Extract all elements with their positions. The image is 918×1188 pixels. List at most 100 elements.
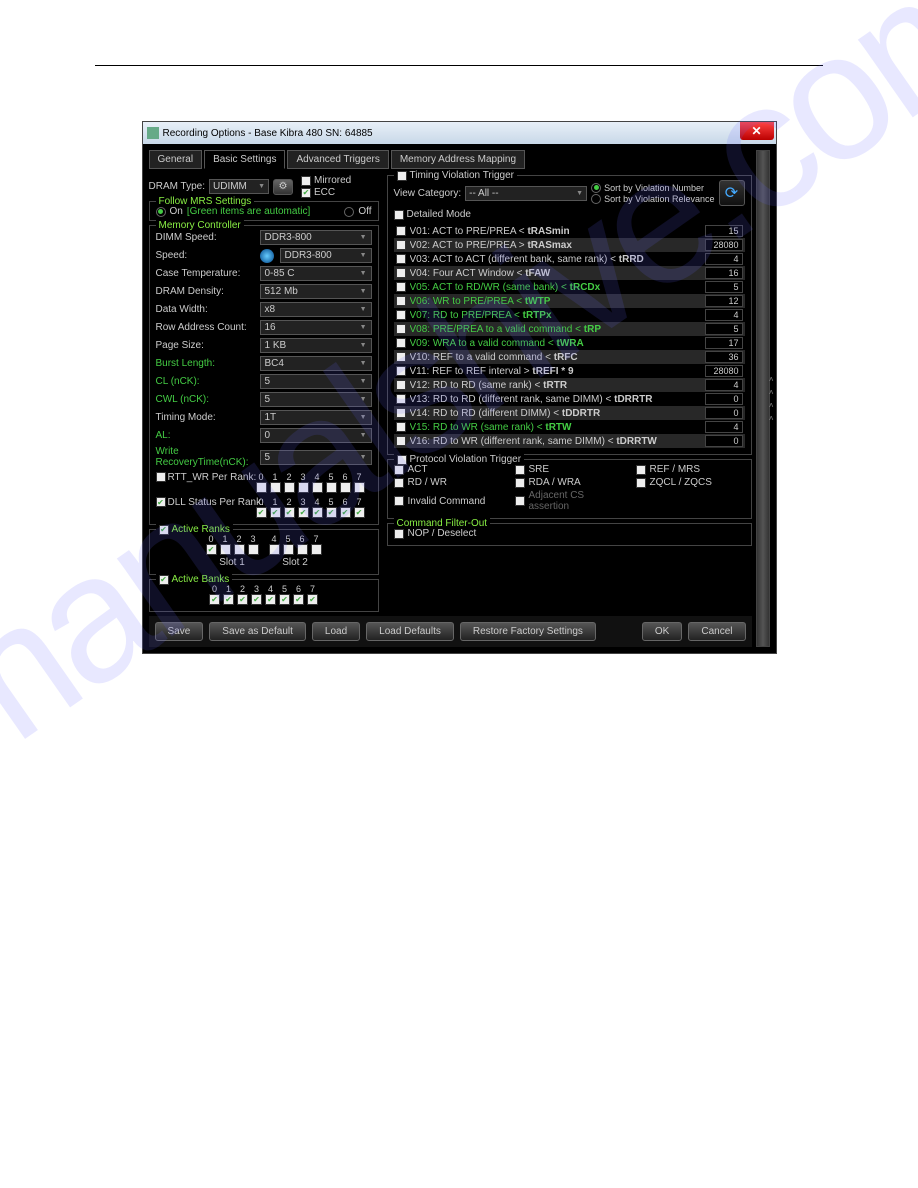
violation-value[interactable]: 4 [705, 379, 743, 391]
violation-checkbox[interactable] [396, 408, 406, 418]
mrs-off-radio[interactable] [344, 207, 354, 217]
violation-checkbox[interactable] [396, 394, 406, 404]
violation-value[interactable]: 5 [705, 281, 743, 293]
violation-checkbox[interactable] [396, 296, 406, 306]
bit-checkbox[interactable] [293, 594, 304, 605]
window-scrollbar[interactable]: ˄˄˄˄ [756, 150, 770, 647]
bit-checkbox[interactable] [270, 482, 281, 493]
violation-value[interactable]: 28080 [705, 365, 743, 377]
violation-checkbox[interactable] [396, 324, 406, 334]
save-as-default-button[interactable]: Save as Default [209, 622, 306, 641]
violation-value[interactable]: 16 [705, 267, 743, 279]
violation-value[interactable]: 4 [705, 421, 743, 433]
pvt-checkbox[interactable] [636, 478, 646, 488]
violation-checkbox[interactable] [396, 380, 406, 390]
bit-checkbox[interactable] [298, 482, 309, 493]
sort-by-relevance-radio[interactable] [591, 194, 601, 204]
bit-checkbox[interactable] [220, 544, 231, 555]
bit-checkbox[interactable] [234, 544, 245, 555]
violation-checkbox[interactable] [396, 226, 406, 236]
bit-checkbox[interactable] [283, 544, 294, 555]
active-banks-checkbox[interactable] [159, 575, 169, 585]
mc-select[interactable]: 16 [260, 320, 372, 335]
dll-status-checkbox[interactable] [156, 497, 166, 507]
violation-value[interactable]: 0 [705, 407, 743, 419]
violation-checkbox[interactable] [396, 254, 406, 264]
bit-checkbox[interactable] [326, 507, 337, 518]
bit-checkbox[interactable] [248, 544, 259, 555]
pvt-checkbox[interactable] [515, 465, 525, 475]
bit-checkbox[interactable] [237, 594, 248, 605]
mc-select[interactable]: 512 Mb [260, 284, 372, 299]
pvt-checkbox[interactable] [394, 478, 404, 488]
violation-checkbox[interactable] [396, 338, 406, 348]
violation-checkbox[interactable] [396, 310, 406, 320]
mc-select[interactable]: 0-85 C [260, 266, 372, 281]
mc-select[interactable]: 5 [260, 450, 372, 465]
bit-checkbox[interactable] [206, 544, 217, 555]
bit-checkbox[interactable] [340, 482, 351, 493]
violation-checkbox[interactable] [396, 282, 406, 292]
mc-select[interactable]: 1T [260, 410, 372, 425]
bit-checkbox[interactable] [354, 507, 365, 518]
bit-checkbox[interactable] [270, 507, 281, 518]
pvt-checkbox[interactable] [394, 496, 404, 506]
mc-select[interactable]: 1 KB [260, 338, 372, 353]
bit-checkbox[interactable] [307, 594, 318, 605]
restore-factory-button[interactable]: Restore Factory Settings [460, 622, 596, 641]
bit-checkbox[interactable] [256, 482, 267, 493]
mrs-on-radio[interactable] [156, 207, 166, 217]
bit-checkbox[interactable] [284, 507, 295, 518]
violation-checkbox[interactable] [396, 240, 406, 250]
violation-value[interactable]: 5 [705, 323, 743, 335]
sort-by-number-radio[interactable] [591, 183, 601, 193]
rtt-wr-checkbox[interactable] [156, 472, 166, 482]
close-button[interactable]: ✕ [740, 122, 774, 140]
violation-checkbox[interactable] [396, 366, 406, 376]
violation-list[interactable]: V01: ACT to PRE/PREA < tRASmin15V02: ACT… [394, 224, 745, 448]
bit-checkbox[interactable] [284, 482, 295, 493]
violation-value[interactable]: 0 [705, 435, 743, 447]
violation-value[interactable]: 0 [705, 393, 743, 405]
violation-value[interactable]: 12 [705, 295, 743, 307]
bit-checkbox[interactable] [223, 594, 234, 605]
bit-checkbox[interactable] [354, 482, 365, 493]
nop-deselect-checkbox[interactable] [394, 529, 404, 539]
pvt-checkbox[interactable] [636, 465, 646, 475]
bit-checkbox[interactable] [279, 594, 290, 605]
dram-gear-button[interactable]: ⚙ [273, 179, 293, 195]
mirrored-checkbox[interactable] [301, 176, 311, 186]
pvt-checkbox[interactable] [394, 465, 404, 475]
tab-memory-address-mapping[interactable]: Memory Address Mapping [391, 150, 525, 169]
bit-checkbox[interactable] [256, 507, 267, 518]
pvt-checkbox[interactable] [515, 478, 525, 488]
bit-checkbox[interactable] [269, 544, 280, 555]
bit-checkbox[interactable] [297, 544, 308, 555]
tab-general[interactable]: General [149, 150, 203, 169]
violation-value[interactable]: 4 [705, 253, 743, 265]
bit-checkbox[interactable] [311, 544, 322, 555]
timing-violation-trigger-checkbox[interactable] [397, 171, 407, 181]
violation-checkbox[interactable] [396, 422, 406, 432]
tab-basic-settings[interactable]: Basic Settings [204, 150, 285, 169]
bit-checkbox[interactable] [340, 507, 351, 518]
mc-select[interactable]: 5 [260, 374, 372, 389]
bit-checkbox[interactable] [298, 507, 309, 518]
violation-checkbox[interactable] [396, 436, 406, 446]
dram-type-select[interactable]: UDIMM [209, 179, 269, 194]
bit-checkbox[interactable] [326, 482, 337, 493]
mc-select[interactable]: x8 [260, 302, 372, 317]
active-ranks-checkbox[interactable] [159, 525, 169, 535]
violation-checkbox[interactable] [396, 268, 406, 278]
mc-select[interactable]: DDR3-800 [260, 230, 372, 245]
mc-select[interactable]: 5 [260, 392, 372, 407]
violation-value[interactable]: 36 [705, 351, 743, 363]
load-defaults-button[interactable]: Load Defaults [366, 622, 454, 641]
save-button[interactable]: Save [155, 622, 204, 641]
bit-checkbox[interactable] [251, 594, 262, 605]
mc-select[interactable]: BC4 [260, 356, 372, 371]
violation-value[interactable]: 17 [705, 337, 743, 349]
violation-value[interactable]: 15 [705, 225, 743, 237]
load-button[interactable]: Load [312, 622, 360, 641]
bit-checkbox[interactable] [312, 482, 323, 493]
